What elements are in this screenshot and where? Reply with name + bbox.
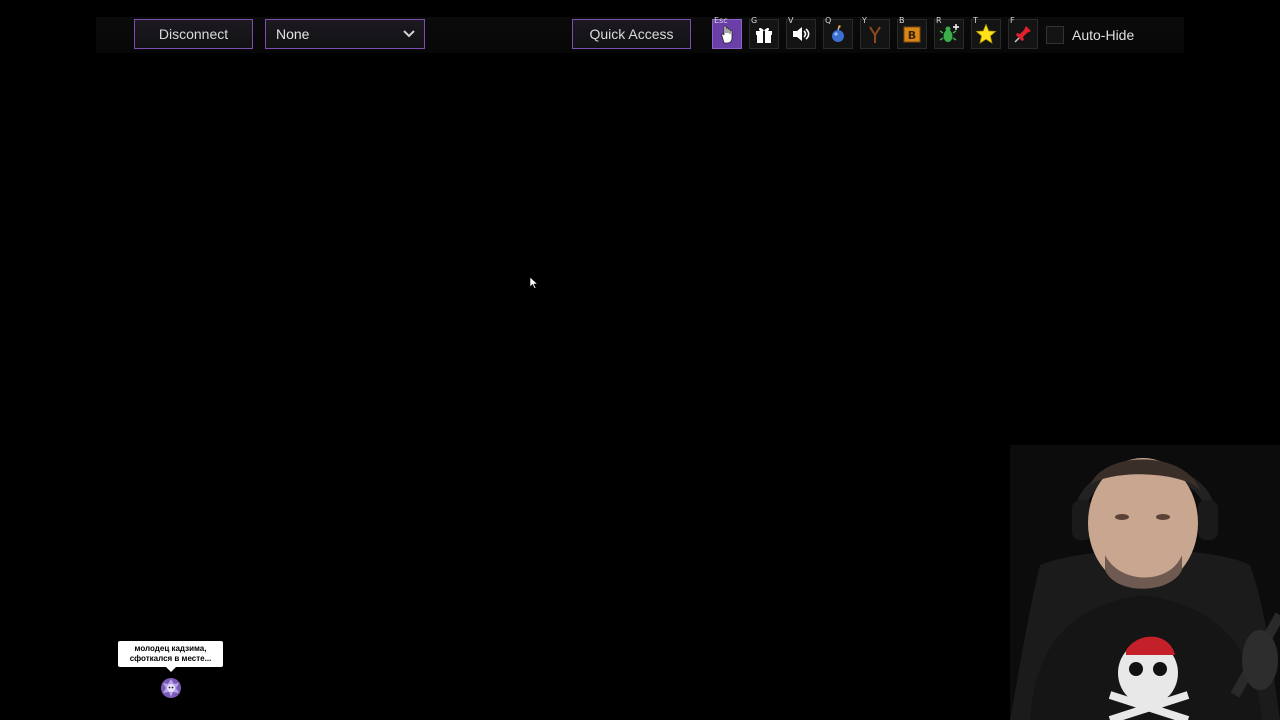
b-block-icon: B	[903, 26, 921, 43]
tool-key-label: V	[788, 16, 794, 25]
chat-bubble-line: молодец кадзима,	[134, 644, 207, 653]
tool-gift-button[interactable]: G	[749, 16, 779, 49]
tool-sound-button[interactable]: V	[786, 16, 816, 49]
tool-key-label: Y	[862, 16, 867, 25]
disconnect-button[interactable]: Disconnect	[134, 19, 253, 49]
tool-bug-button[interactable]: R	[934, 16, 964, 49]
green-bug-icon	[939, 24, 959, 42]
auto-hide-toggle[interactable]: Auto-Hide	[1046, 26, 1134, 44]
chevron-down-icon	[403, 30, 415, 38]
star-icon	[975, 23, 997, 44]
game-screen: Disconnect None Quick Access Esc G V Q Y…	[0, 0, 1280, 720]
quick-access-button[interactable]: Quick Access	[572, 19, 691, 49]
tool-key-label: Esc	[714, 16, 728, 25]
mouse-cursor-icon	[530, 277, 538, 289]
tool-bomb-button[interactable]: Q	[823, 16, 853, 49]
webcam-overlay	[1010, 445, 1280, 720]
tool-key-label: T	[973, 16, 978, 25]
streamer-webcam-image	[1010, 445, 1280, 720]
tool-key-label: F	[1010, 16, 1015, 25]
chat-bubble: молодец кадзима, сфоткался в месте...	[118, 641, 223, 672]
tool-key-label: G	[751, 16, 758, 25]
tool-key-label: R	[936, 16, 942, 25]
slingshot-icon	[869, 26, 881, 43]
tool-key-label: Q	[825, 16, 832, 25]
tool-pin-button[interactable]: F	[1008, 16, 1038, 49]
chat-bubble-line: сфоткался в месте...	[129, 654, 212, 663]
player-select-dropdown[interactable]: None	[265, 19, 425, 49]
select-value: None	[276, 26, 310, 42]
tool-key-label: B	[899, 16, 905, 25]
auto-hide-checkbox[interactable]	[1046, 26, 1064, 44]
hand-pointer-icon	[721, 25, 733, 44]
player-avatar-icon	[161, 678, 181, 698]
tool-b-button[interactable]: B B	[897, 16, 927, 49]
gift-icon	[756, 27, 772, 43]
tool-slingshot-button[interactable]: Y	[860, 16, 890, 49]
speaker-icon	[793, 27, 810, 41]
tool-star-button[interactable]: T	[971, 16, 1001, 49]
top-toolbar: Disconnect None Quick Access Esc G V Q Y…	[96, 16, 1184, 53]
auto-hide-label: Auto-Hide	[1072, 27, 1135, 43]
pin-icon	[1014, 26, 1031, 43]
bomb-icon	[832, 25, 844, 42]
tool-hand-button[interactable]: Esc	[712, 16, 742, 49]
svg-text:B: B	[908, 29, 916, 42]
